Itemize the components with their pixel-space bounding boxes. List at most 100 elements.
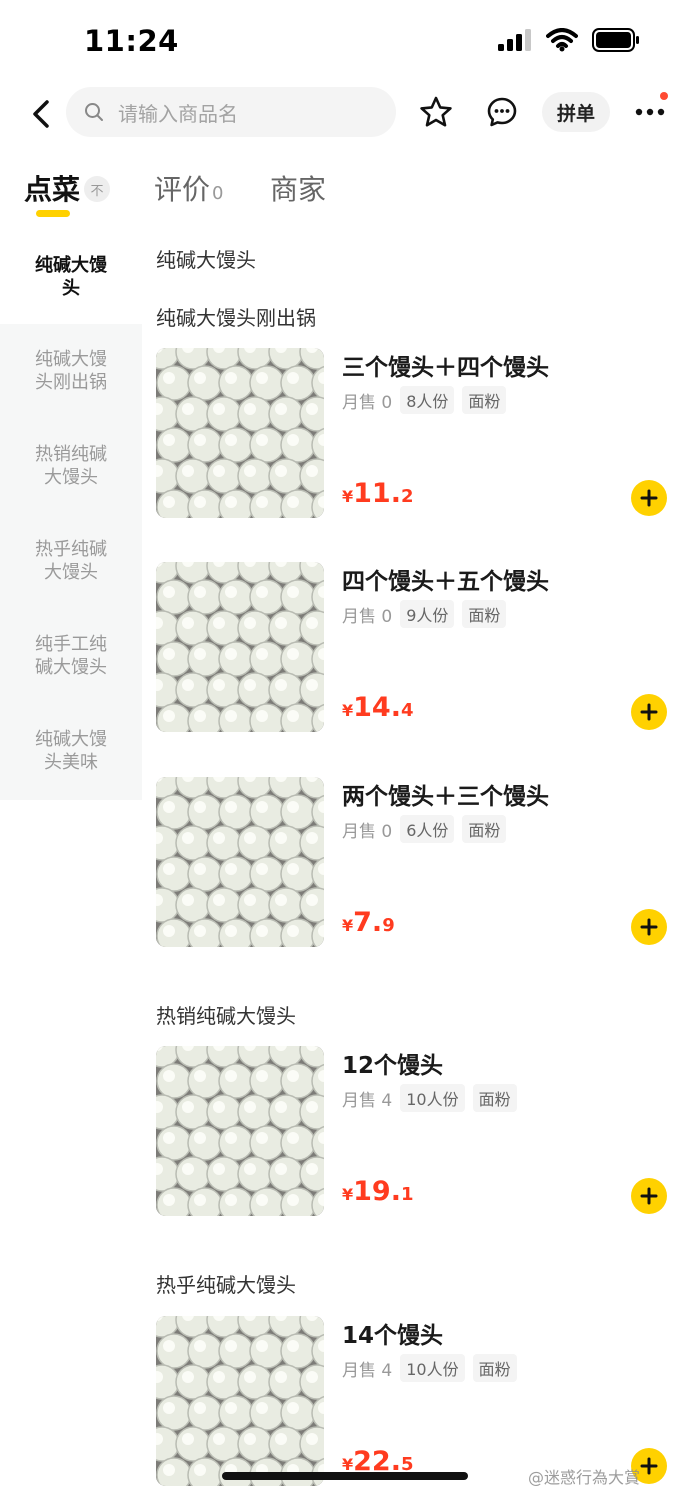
section-title: 纯碱大馒头 [156,248,256,272]
search-input[interactable]: 请输入商品名 [66,87,396,137]
back-button[interactable] [26,94,56,134]
back-icon [33,100,49,128]
add-to-cart-button[interactable] [631,1178,667,1214]
plus-icon [640,1187,658,1205]
currency-symbol: ¥ [342,1185,354,1204]
nav-bar: 请输入商品名 拼单 [0,84,690,142]
tab-merchant[interactable]: 商家 [270,168,326,208]
product-price: ¥14.4 [342,692,414,723]
product-image [156,1316,324,1486]
group-buy-button[interactable]: 拼单 [542,92,610,132]
status-time: 11:24 [84,24,179,58]
product-meta: 月售 0 6人份 面粉 [342,815,507,843]
plus-icon [640,703,658,721]
sidebar-item-6[interactable]: 纯碱大馒头美味 [0,728,142,774]
product-meta: 月售 0 8人份 面粉 [342,386,507,414]
favorite-button[interactable] [416,92,456,132]
plus-icon [640,489,658,507]
price-integer: 7. [353,907,383,938]
tab-reviews[interactable]: 评价 0 [154,168,223,208]
add-to-cart-button[interactable] [631,909,667,945]
tab-order[interactable]: 点菜 [24,168,80,208]
search-placeholder: 请输入商品名 [118,101,238,126]
section-title: 热乎纯碱大馒头 [156,1273,296,1297]
chat-button[interactable] [482,92,522,132]
plus-icon [640,918,658,936]
currency-symbol: ¥ [342,487,354,506]
currency-symbol: ¥ [342,916,354,935]
steamed-bun-photo [156,1046,324,1216]
steamed-bun-photo [156,562,324,732]
ingredient-tag: 面粉 [462,600,507,628]
price-decimal: 2 [400,486,414,507]
product-card[interactable]: 14个馒头 月售 4 10人份 面粉 ¥22.5 [156,1316,690,1486]
product-card[interactable]: 两个馒头＋三个馒头 月售 0 6人份 面粉 ¥7.9 [156,777,690,947]
tab-reviews-count: 0 [212,183,224,204]
star-icon [420,96,452,127]
product-name: 14个馒头 [342,1323,444,1349]
ingredient-tag: 面粉 [462,386,507,414]
sidebar-item-1[interactable]: 纯碱大馒头 [0,254,142,300]
ingredient-tag: 面粉 [472,1084,517,1112]
product-image [156,1046,324,1216]
product-card[interactable]: 三个馒头＋四个馒头 月售 0 8人份 面粉 ¥11.2 [156,348,690,518]
product-price: ¥11.2 [342,478,414,509]
price-decimal: 4 [400,700,414,721]
price-decimal: 1 [400,1184,414,1205]
pin-top-badge[interactable]: 不 [84,176,110,202]
tab-active-indicator [36,210,70,217]
product-card[interactable]: 12个馒头 月售 4 10人份 面粉 ¥19.1 [156,1046,690,1216]
product-image [156,777,324,947]
product-meta: 月售 4 10人份 面粉 [342,1354,517,1382]
steamed-bun-photo [156,1316,324,1486]
tab-bar: 点菜 不 评价 0 商家 [0,160,690,224]
product-image [156,348,324,518]
price-integer: 14. [353,692,401,723]
currency-symbol: ¥ [342,701,354,720]
home-indicator [222,1472,468,1480]
wifi-icon [546,28,578,56]
serves-tag: 10人份 [400,1084,465,1112]
price-integer: 11. [353,478,401,509]
monthly-sales: 月售 4 [342,1090,393,1111]
product-name: 12个馒头 [342,1053,444,1079]
battery-icon [592,28,640,56]
watermark: @迷惑行為大賞 [528,1468,641,1487]
notification-dot [660,92,668,100]
product-name: 两个馒头＋三个馒头 [342,784,549,810]
search-icon [85,103,103,121]
section-title: 纯碱大馒头刚出锅 [156,306,316,330]
status-bar: 11:24 [0,0,690,80]
serves-tag: 9人份 [400,600,455,628]
section-title: 热销纯碱大馒头 [156,1004,296,1028]
price-integer: 19. [353,1176,401,1207]
add-to-cart-button[interactable] [631,694,667,730]
steamed-bun-photo [156,348,324,518]
product-price: ¥19.1 [342,1176,414,1207]
monthly-sales: 月售 4 [342,1360,393,1381]
ingredient-tag: 面粉 [472,1354,517,1382]
product-name: 四个馒头＋五个馒头 [342,569,549,595]
tab-reviews-label: 评价 [154,173,211,206]
plus-icon [640,1457,658,1475]
signal-icon [498,29,532,55]
product-card[interactable]: 四个馒头＋五个馒头 月售 0 9人份 面粉 ¥14.4 [156,562,690,732]
serves-tag: 10人份 [400,1354,465,1382]
product-meta: 月售 0 9人份 面粉 [342,600,507,628]
add-to-cart-button[interactable] [631,480,667,516]
sidebar-item-3[interactable]: 热销纯碱大馒头 [0,443,142,489]
steamed-bun-photo [156,777,324,947]
status-icons [498,28,640,56]
monthly-sales: 月售 0 [342,606,393,627]
more-icon [635,108,665,116]
product-meta: 月售 4 10人份 面粉 [342,1084,517,1112]
chat-icon [487,97,517,127]
price-decimal: 9 [382,915,395,936]
product-image [156,562,324,732]
monthly-sales: 月售 0 [342,392,393,413]
category-sidebar: 纯碱大馒头 纯碱大馒头刚出锅 热销纯碱大馒头 热乎纯碱大馒头 纯手工纯碱大馒头 … [0,232,142,1493]
sidebar-item-4[interactable]: 热乎纯碱大馒头 [0,538,142,584]
sidebar-item-5[interactable]: 纯手工纯碱大馒头 [0,633,142,679]
monthly-sales: 月售 0 [342,821,393,842]
sidebar-item-2[interactable]: 纯碱大馒头刚出锅 [0,348,142,394]
